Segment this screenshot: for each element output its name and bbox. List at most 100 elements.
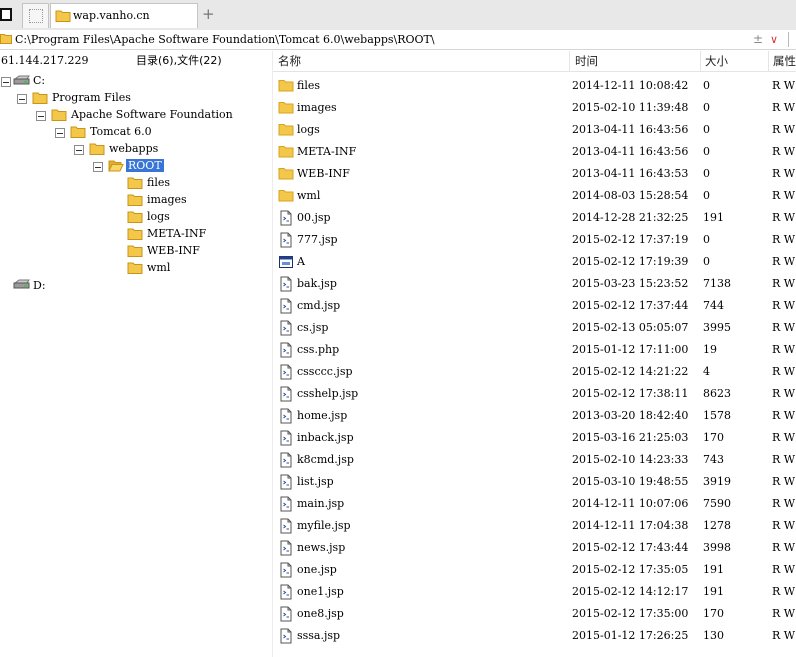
- file-row[interactable]: k8cmd.jsp 2015-02-10 14:23:33 743 R W: [273, 449, 796, 471]
- tab-bar: wap.vanho.cn +: [0, 0, 796, 31]
- file-time: 2015-02-12 14:21:22: [572, 365, 689, 378]
- folder-row[interactable]: logs 2013-04-11 16:43:56 0 R W: [273, 119, 796, 141]
- tree-node-wml[interactable]: wml: [147, 259, 170, 276]
- tree-node-program-files[interactable]: Program Files: [52, 89, 131, 106]
- file-name: one.jsp: [297, 563, 337, 576]
- file-time: 2015-02-12 17:37:44: [572, 299, 689, 312]
- collapse-toggle[interactable]: [74, 145, 84, 155]
- tree-node-tomcat[interactable]: Tomcat 6.0: [90, 123, 152, 140]
- folder-icon: [278, 78, 294, 94]
- tree-node-web-inf[interactable]: WEB-INF: [147, 242, 200, 259]
- file-row[interactable]: inback.jsp 2015-03-16 21:25:03 170 R W: [273, 427, 796, 449]
- file-row[interactable]: cs.jsp 2015-02-13 05:05:07 3995 R W: [273, 317, 796, 339]
- file-size: 191: [703, 211, 724, 224]
- column-attr[interactable]: 属性: [773, 51, 796, 71]
- file-row[interactable]: css.php 2015-01-12 17:11:00 19 R W: [273, 339, 796, 361]
- tree-node-apache[interactable]: Apache Software Foundation: [71, 106, 233, 123]
- collapse-toggle[interactable]: [1, 77, 11, 87]
- column-name[interactable]: 名称: [278, 51, 301, 71]
- file-name: main.jsp: [297, 497, 345, 510]
- column-time[interactable]: 时间: [575, 51, 598, 71]
- file-time: 2013-04-11 16:43:53: [572, 167, 689, 180]
- options-icon[interactable]: ±: [753, 30, 763, 49]
- column-separator[interactable]: [700, 51, 701, 71]
- file-row[interactable]: bak.jsp 2015-03-23 15:23:52 7138 R W: [273, 273, 796, 295]
- new-tab-button[interactable]: +: [202, 5, 215, 23]
- file-time: 2014-12-11 17:04:38: [572, 519, 689, 532]
- file-size: 7590: [703, 497, 731, 510]
- file-row[interactable]: 777.jsp 2015-02-12 17:37:19 0 R W: [273, 229, 796, 251]
- file-time: 2015-02-13 05:05:07: [572, 321, 689, 334]
- file-row[interactable]: 00.jsp 2014-12-28 21:32:25 191 R W: [273, 207, 796, 229]
- file-row[interactable]: csshelp.jsp 2015-02-12 17:38:11 8623 R W: [273, 383, 796, 405]
- file-row[interactable]: one8.jsp 2015-02-12 17:35:00 170 R W: [273, 603, 796, 625]
- file-size: 0: [703, 189, 710, 202]
- collapse-toggle[interactable]: [36, 111, 46, 121]
- file-row[interactable]: news.jsp 2015-02-12 17:43:44 3998 R W: [273, 537, 796, 559]
- status-row: 61.144.217.229 目录(6),文件(22): [0, 51, 272, 71]
- file-icon: [278, 386, 294, 402]
- file-attr: R W: [772, 497, 796, 510]
- file-icon: [278, 364, 294, 380]
- folder-row[interactable]: META-INF 2013-04-11 16:43:56 0 R W: [273, 141, 796, 163]
- file-icon: [278, 606, 294, 622]
- file-time: 2015-03-16 21:25:03: [572, 431, 689, 444]
- file-attr: R W: [772, 233, 796, 246]
- file-name: A: [297, 255, 305, 268]
- column-separator[interactable]: [569, 51, 570, 71]
- file-icon: [278, 518, 294, 534]
- file-name: META-INF: [297, 145, 357, 158]
- tree-node-meta-inf[interactable]: META-INF: [147, 225, 206, 242]
- file-attr: R W: [772, 101, 796, 114]
- file-row[interactable]: cmd.jsp 2015-02-12 17:37:44 744 R W: [273, 295, 796, 317]
- sidebar-toggle-icon[interactable]: [0, 8, 12, 21]
- folder-icon: [127, 262, 143, 274]
- file-name: WEB-INF: [297, 167, 350, 180]
- drive-icon: [13, 279, 30, 289]
- file-list-header: 名称 时间 大小 属性: [273, 51, 796, 72]
- file-name: images: [297, 101, 337, 114]
- column-size[interactable]: 大小: [705, 51, 728, 71]
- file-icon: [278, 540, 294, 556]
- file-name: cmd.jsp: [297, 299, 341, 312]
- file-size: 0: [703, 233, 710, 246]
- collapse-toggle[interactable]: [55, 128, 65, 138]
- file-row[interactable]: list.jsp 2015-03-10 19:48:55 3919 R W: [273, 471, 796, 493]
- file-row[interactable]: one1.jsp 2015-02-12 14:12:17 191 R W: [273, 581, 796, 603]
- collapse-toggle[interactable]: [17, 94, 27, 104]
- collapse-toggle[interactable]: [93, 162, 103, 172]
- file-row[interactable]: home.jsp 2013-03-20 18:42:40 1578 R W: [273, 405, 796, 427]
- file-attr: R W: [772, 585, 796, 598]
- tab-wap-vanho[interactable]: wap.vanho.cn: [50, 3, 198, 28]
- folder-row[interactable]: files 2014-12-11 10:08:42 0 R W: [273, 75, 796, 97]
- chevron-down-icon[interactable]: ∨: [770, 31, 778, 48]
- blank-tab[interactable]: [22, 3, 49, 28]
- folder-row[interactable]: WEB-INF 2013-04-11 16:43:53 0 R W: [273, 163, 796, 185]
- tree-node-files[interactable]: files: [147, 174, 170, 191]
- file-attr: R W: [772, 255, 796, 268]
- tree-label: WEB-INF: [147, 244, 200, 257]
- tree-node-drive-d[interactable]: D:: [33, 277, 46, 294]
- tree-node-drive-c[interactable]: C:: [33, 72, 45, 89]
- folder-row[interactable]: wml 2014-08-03 15:28:54 0 R W: [273, 185, 796, 207]
- tree-node-images[interactable]: images: [147, 191, 187, 208]
- file-row[interactable]: cssccc.jsp 2015-02-12 14:21:22 4 R W: [273, 361, 796, 383]
- tree-label: Apache Software Foundation: [71, 108, 233, 121]
- tree-node-root[interactable]: ROOT: [126, 157, 164, 174]
- file-row[interactable]: sssa.jsp 2015-01-12 17:26:25 130 R W: [273, 625, 796, 647]
- path-input[interactable]: C:\Program Files\Apache Software Foundat…: [15, 30, 435, 49]
- tree-node-webapps[interactable]: webapps: [109, 140, 158, 157]
- file-row[interactable]: myfile.jsp 2014-12-11 17:04:38 1278 R W: [273, 515, 796, 537]
- file-row[interactable]: A 2015-02-12 17:19:39 0 R W: [273, 251, 796, 273]
- tree-label: Program Files: [52, 91, 131, 104]
- folder-row[interactable]: images 2015-02-10 11:39:48 0 R W: [273, 97, 796, 119]
- file-row[interactable]: one.jsp 2015-02-12 17:35:05 191 R W: [273, 559, 796, 581]
- file-time: 2013-03-20 18:42:40: [572, 409, 689, 422]
- tree-label: wml: [147, 261, 171, 274]
- file-row[interactable]: main.jsp 2014-12-11 10:07:06 7590 R W: [273, 493, 796, 515]
- folder-icon: [127, 211, 143, 223]
- tree-node-logs[interactable]: logs: [147, 208, 170, 225]
- dir-file-count: 目录(6),文件(22): [136, 54, 222, 67]
- column-separator[interactable]: [768, 51, 769, 71]
- tab-title: wap.vanho.cn: [73, 9, 150, 22]
